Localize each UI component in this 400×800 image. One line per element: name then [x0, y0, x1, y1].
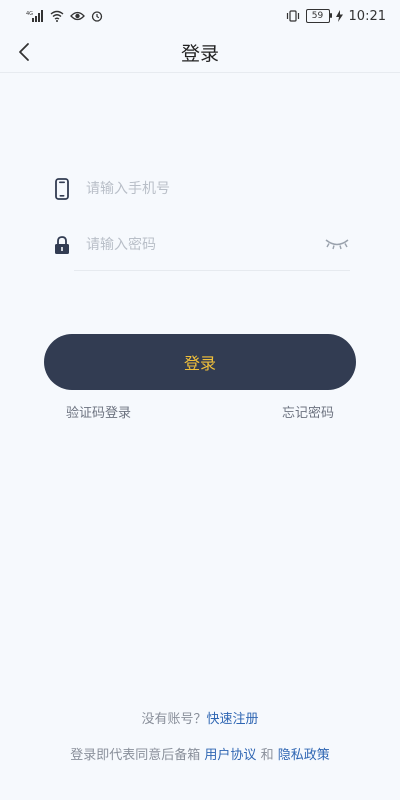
sms-login-link[interactable]: 验证码登录: [66, 402, 131, 421]
alt-links: 验证码登录 忘记密码: [66, 402, 334, 421]
password-input[interactable]: [84, 236, 298, 254]
wifi-icon: [50, 10, 64, 22]
register-line: 没有账号？快速注册: [0, 708, 400, 727]
charging-icon: [335, 10, 343, 22]
battery-level: 59: [311, 10, 324, 21]
nav-bar: 登录: [0, 32, 400, 73]
network-label: 4G: [26, 11, 33, 17]
eye-icon: [70, 11, 85, 21]
status-right: 59 10:21: [286, 9, 386, 24]
login-button[interactable]: 登录: [44, 334, 356, 390]
alarm-icon: [91, 10, 103, 22]
login-form: [50, 164, 350, 271]
chevron-left-icon: [19, 43, 29, 61]
phone-field-row: [50, 164, 350, 214]
page-title: 登录: [180, 42, 219, 65]
user-agreement-link[interactable]: 用户协议: [204, 748, 256, 763]
no-account-text: 没有账号？: [141, 712, 207, 727]
status-time: 10:21: [348, 8, 386, 24]
privacy-policy-link[interactable]: 隐私政策: [278, 748, 330, 763]
agreement-line: 登录即代表同意后备箱 用户协议 和 隐私政策: [0, 744, 400, 763]
forgot-password-link[interactable]: 忘记密码: [282, 402, 334, 421]
password-field-row: [55, 220, 350, 271]
battery-icon: 59: [305, 9, 332, 23]
eye-closed-icon[interactable]: [324, 236, 350, 255]
and-text: 和: [260, 748, 274, 763]
register-link[interactable]: 快速注册: [207, 712, 259, 727]
lock-icon: [50, 236, 74, 254]
signal-icon: 4G: [26, 10, 44, 22]
phone-icon: [50, 178, 74, 200]
back-button[interactable]: [10, 38, 38, 66]
status-bar: 4G 59 10:21: [0, 0, 400, 32]
vibrate-icon: [286, 10, 300, 22]
status-left: 4G: [26, 10, 103, 22]
phone-input[interactable]: [84, 180, 298, 198]
agreement-prefix: 登录即代表同意后备箱: [70, 748, 201, 763]
